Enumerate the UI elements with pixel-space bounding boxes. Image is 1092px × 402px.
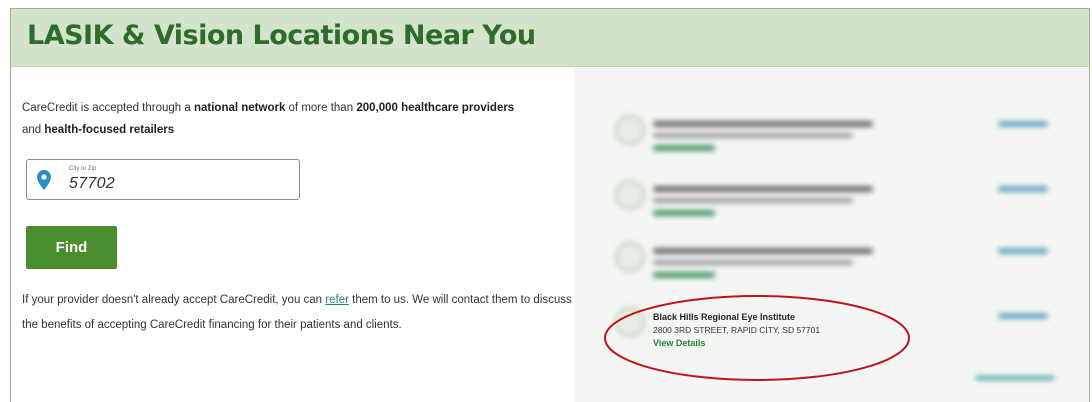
refer-text-part: If your provider doesn't already accept … <box>22 294 326 306</box>
refer-provider-text: If your provider doesn't already accept … <box>22 288 582 338</box>
result-link-blurred[interactable] <box>653 210 715 216</box>
page-title: LASIK & Vision Locations Near You <box>27 20 536 51</box>
result-item-1[interactable] <box>603 115 1073 175</box>
intro-text-part: of more than <box>285 102 357 114</box>
location-search-input[interactable]: City or Zip 57702 <box>26 159 300 200</box>
refer-link[interactable]: refer <box>325 294 349 306</box>
highlight-ellipse <box>604 295 910 381</box>
distance-blurred <box>998 121 1048 127</box>
result-marker-icon <box>615 180 645 210</box>
search-field-value[interactable]: 57702 <box>69 175 115 193</box>
result-title-blurred <box>653 186 873 192</box>
result-item-2[interactable] <box>603 180 1073 240</box>
distance-blurred <box>998 186 1048 192</box>
find-button[interactable]: Find <box>26 226 117 269</box>
distance-blurred <box>998 313 1048 319</box>
result-title-blurred <box>653 121 873 127</box>
intro-text: CareCredit is accepted through a nationa… <box>22 97 562 141</box>
intro-text-part: CareCredit is accepted through a <box>22 102 194 114</box>
intro-bold-network: national network <box>193 102 286 114</box>
search-field-label: City or Zip <box>69 166 97 172</box>
result-title-blurred <box>653 248 873 254</box>
result-address-blurred <box>653 260 853 265</box>
result-address-blurred <box>653 133 853 138</box>
intro-text-part: and <box>22 124 45 136</box>
map-pin-icon <box>37 170 51 190</box>
result-address-blurred <box>653 198 853 203</box>
show-all-results-link[interactable] <box>975 375 1055 381</box>
intro-bold-providers: 200,000 healthcare providers <box>356 102 515 114</box>
distance-blurred <box>998 248 1048 254</box>
result-link-blurred[interactable] <box>653 272 715 278</box>
result-link-blurred[interactable] <box>653 145 715 151</box>
page-header: LASIK & Vision Locations Near You <box>11 9 1089 67</box>
intro-bold-retailers: health-focused retailers <box>44 124 175 136</box>
result-marker-icon <box>615 115 645 145</box>
result-marker-icon <box>615 242 645 272</box>
